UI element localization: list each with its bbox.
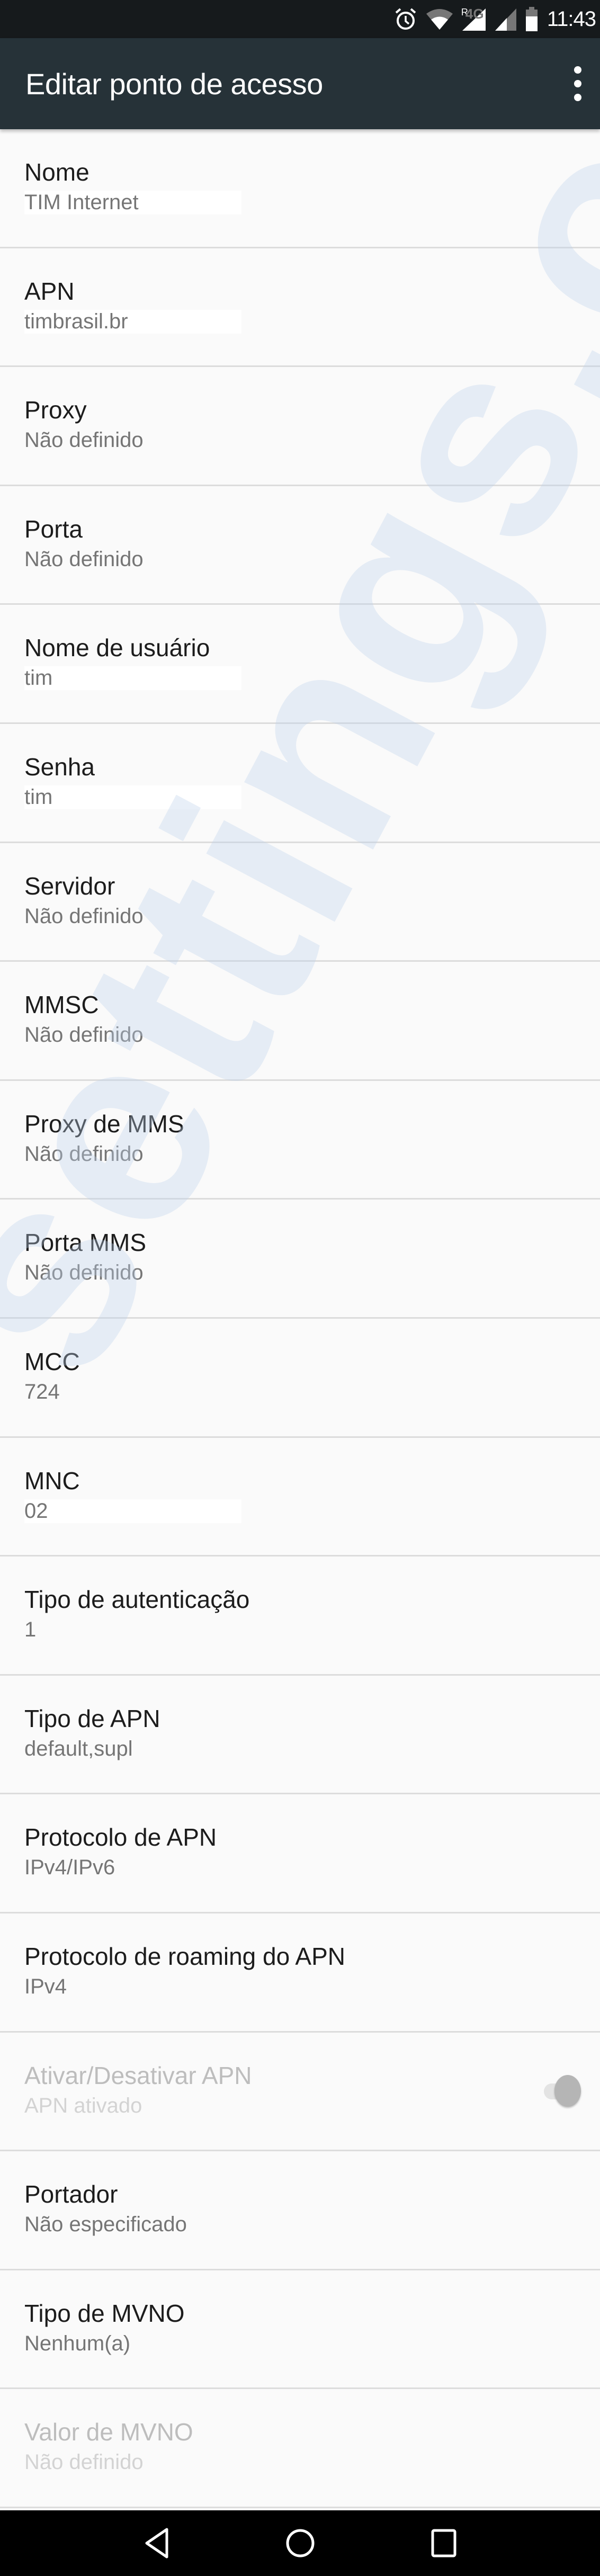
setting-label: Tipo de MVNO [24, 2299, 185, 2327]
setting-value: IPv4/IPv6 [24, 1856, 115, 1880]
toggle-thumb [554, 2074, 581, 2107]
setting-value: Não definido [24, 1023, 144, 1047]
setting-value: default,supl [24, 1737, 133, 1760]
setting-label: Senha [24, 753, 95, 781]
setting-label: MCC [24, 1347, 80, 1375]
setting-label: Valor de MVNO [24, 2418, 193, 2446]
setting-value: IPv4 [24, 1974, 67, 1998]
setting-value: 724 [24, 1380, 60, 1403]
setting-value: Nenhum(a) [24, 2331, 131, 2355]
setting-label: Porta [24, 515, 83, 543]
setting-row-valor-de-mvno: Valor de MVNO Não definido [0, 2389, 600, 2508]
setting-value: Não definido [24, 428, 144, 452]
page-title: Editar ponto de acesso [25, 67, 323, 101]
setting-row-nome[interactable]: Nome TIM Internet [0, 129, 600, 248]
network-label: 4G [465, 6, 484, 22]
setting-label: Nome de usuário [24, 634, 210, 662]
setting-value: APN ativado [24, 2094, 142, 2117]
setting-row-senha[interactable]: Senha tim [0, 724, 600, 843]
setting-value: timbrasil.br [24, 309, 241, 334]
clock: 11:43 [547, 7, 596, 31]
alarm-icon [395, 6, 417, 32]
setting-row-portador[interactable]: Portador Não especificado [0, 2151, 600, 2270]
home-button[interactable] [279, 2522, 321, 2564]
navigation-bar [0, 2510, 600, 2576]
back-button[interactable] [136, 2522, 178, 2564]
setting-value: 02 [24, 1499, 241, 1523]
setting-row-porta-mms[interactable]: Porta MMS Não definido [0, 1200, 600, 1319]
setting-value: 1 [24, 1618, 37, 1642]
setting-value: Não definido [24, 1261, 144, 1285]
setting-label: APN [24, 277, 75, 305]
setting-label: MMSC [24, 991, 99, 1019]
setting-row-tipo-de-apn[interactable]: Tipo de APN default,supl [0, 1676, 600, 1795]
apn-settings-list: Nome TIM Internet APN timbrasil.br Proxy Não … [0, 129, 600, 2508]
setting-row-tipo-de-autenticacao[interactable]: Tipo de autenticação 1 [0, 1557, 600, 1676]
setting-row-tipo-de-mvno[interactable]: Tipo de MVNO Nenhum(a) [0, 2270, 600, 2390]
setting-value: Não definido [24, 904, 144, 928]
setting-label: Proxy [24, 396, 87, 424]
setting-value: Não definido [24, 547, 144, 571]
4g-signal-icon: 4G [465, 6, 516, 32]
setting-row-mmsc[interactable]: MMSC Não definido [0, 962, 600, 1081]
setting-label: MNC [24, 1466, 80, 1495]
setting-row-mnc[interactable]: MNC 02 [0, 1438, 600, 1557]
setting-row-proxy-de-mms[interactable]: Proxy de MMS Não definido [0, 1081, 600, 1200]
home-icon [286, 2529, 314, 2557]
more-vert-icon [574, 66, 581, 74]
setting-value: Não definido [24, 1142, 144, 1166]
app-bar: Editar ponto de acesso [0, 38, 600, 129]
status-bar: R 4G 11:43 [0, 0, 600, 38]
setting-value: tim [24, 785, 241, 809]
setting-value: Não especificado [24, 2213, 187, 2237]
more-options-button[interactable] [567, 62, 588, 105]
setting-row-apn[interactable]: APN timbrasil.br [0, 248, 600, 368]
setting-row-mcc[interactable]: MCC 724 [0, 1319, 600, 1438]
setting-row-nome-de-usuario[interactable]: Nome de usuário tim [0, 605, 600, 724]
battery-icon [525, 6, 538, 32]
setting-row-protocolo-de-roaming-do-apn[interactable]: Protocolo de roaming do APN IPv4 [0, 1913, 600, 2033]
setting-label: Ativar/Desativar APN [24, 2061, 252, 2089]
recents-button[interactable] [423, 2522, 465, 2564]
setting-label: Protocolo de roaming do APN [24, 1942, 346, 1970]
wifi-icon [426, 6, 453, 32]
setting-label: Nome [24, 158, 89, 186]
setting-label: Servidor [24, 872, 115, 900]
more-vert-icon-dot [574, 80, 581, 87]
setting-value: Não definido [24, 2450, 144, 2474]
apn-enable-toggle[interactable] [544, 2072, 581, 2109]
setting-label: Tipo de APN [24, 1704, 160, 1732]
setting-row-protocolo-de-apn[interactable]: Protocolo de APN IPv4/IPv6 [0, 1794, 600, 1913]
setting-row-porta[interactable]: Porta Não definido [0, 486, 600, 605]
setting-label: Portador [24, 2180, 118, 2208]
setting-value: TIM Internet [24, 191, 241, 214]
setting-label: Proxy de MMS [24, 1110, 184, 1138]
setting-row-servidor[interactable]: Servidor Não definido [0, 843, 600, 962]
recents-icon [431, 2529, 456, 2557]
setting-row-proxy[interactable]: Proxy Não definido [0, 367, 600, 486]
setting-label: Tipo de autenticação [24, 1586, 250, 1614]
setting-row-ativar-desativar-apn: Ativar/Desativar APN APN ativado [0, 2033, 600, 2152]
setting-label: Porta MMS [24, 1229, 147, 1257]
more-vert-icon-dot [574, 94, 581, 101]
setting-label: Protocolo de APN [24, 1823, 217, 1851]
setting-value: tim [24, 666, 241, 691]
back-icon [145, 2528, 168, 2559]
